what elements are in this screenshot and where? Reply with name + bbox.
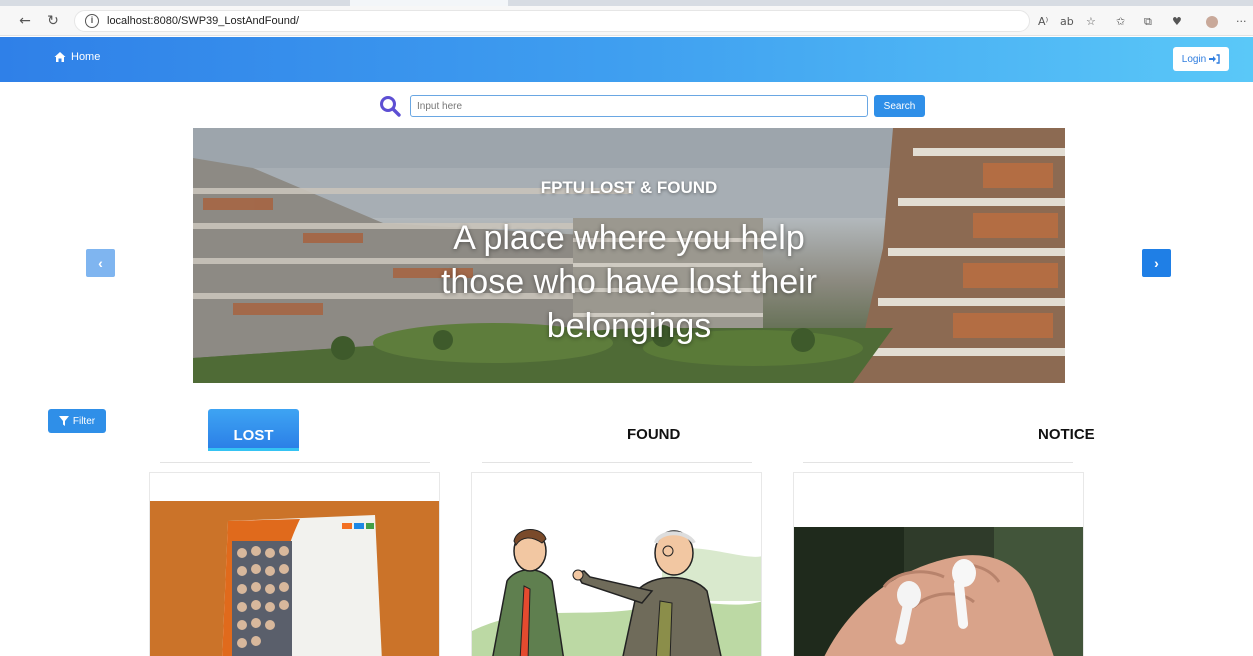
translate-icon[interactable]: ab (1060, 14, 1074, 30)
home-icon (54, 52, 66, 62)
profile-icon[interactable] (1206, 16, 1218, 28)
search-button[interactable]: Search (874, 95, 925, 117)
refresh-icon[interactable]: ↻ (44, 12, 62, 30)
navbar: Home Login (0, 37, 1253, 82)
search-icon (380, 96, 401, 117)
tab-divider (482, 462, 752, 463)
extension-icon[interactable]: ♥ (1172, 14, 1182, 30)
tab-notice[interactable]: NOTICE (1038, 426, 1095, 443)
collections-icon[interactable]: ⧉ (1144, 14, 1152, 30)
book-cover-image (150, 501, 439, 656)
tab-lost[interactable]: LOST (208, 409, 299, 451)
item-card[interactable] (149, 472, 440, 656)
login-label: Login (1181, 53, 1207, 65)
home-label: Home (71, 51, 101, 63)
search-input[interactable] (410, 95, 868, 117)
login-button[interactable]: Login (1173, 47, 1229, 71)
hero-carousel: FPTU LOST & FOUND A place where you help… (193, 128, 1065, 383)
cartoon-men-image (472, 511, 761, 656)
favorites-icon[interactable]: ✩ (1116, 14, 1125, 30)
item-card[interactable] (793, 472, 1084, 656)
read-aloud-icon[interactable]: A⁾ (1038, 14, 1048, 30)
address-url: localhost:8080/SWP39_LostAndFound/ (107, 15, 300, 27)
tab-lost-label: LOST (233, 426, 274, 444)
tab-found[interactable]: FOUND (627, 426, 680, 443)
arrow-left-icon[interactable]: ← (16, 12, 34, 30)
tab-divider (803, 462, 1073, 463)
carousel-title: FPTU LOST & FOUND (540, 178, 718, 197)
filter-icon (58, 416, 69, 426)
info-icon[interactable]: i (85, 14, 99, 28)
tab-divider (160, 462, 430, 463)
earbuds-image (794, 527, 1083, 656)
filter-label: Filter (72, 415, 96, 427)
carousel-caption: A place where you help those who have lo… (440, 219, 818, 345)
more-menu-icon[interactable]: ··· (1236, 14, 1247, 30)
carousel-next-button[interactable]: › (1142, 249, 1171, 277)
favorite-add-icon[interactable]: ☆ (1086, 14, 1096, 30)
home-link[interactable]: Home (54, 51, 100, 63)
sign-in-icon (1209, 54, 1220, 64)
item-card[interactable] (471, 472, 762, 656)
chevron-right-icon: › (1154, 255, 1159, 271)
address-bar[interactable]: i localhost:8080/SWP39_LostAndFound/ (74, 10, 1030, 32)
carousel-prev-button[interactable]: ‹ (86, 249, 115, 277)
filter-button[interactable]: Filter (48, 409, 106, 433)
browser-toolbar: ← ↻ i localhost:8080/SWP39_LostAndFound/… (0, 6, 1253, 36)
chevron-left-icon: ‹ (98, 255, 103, 271)
